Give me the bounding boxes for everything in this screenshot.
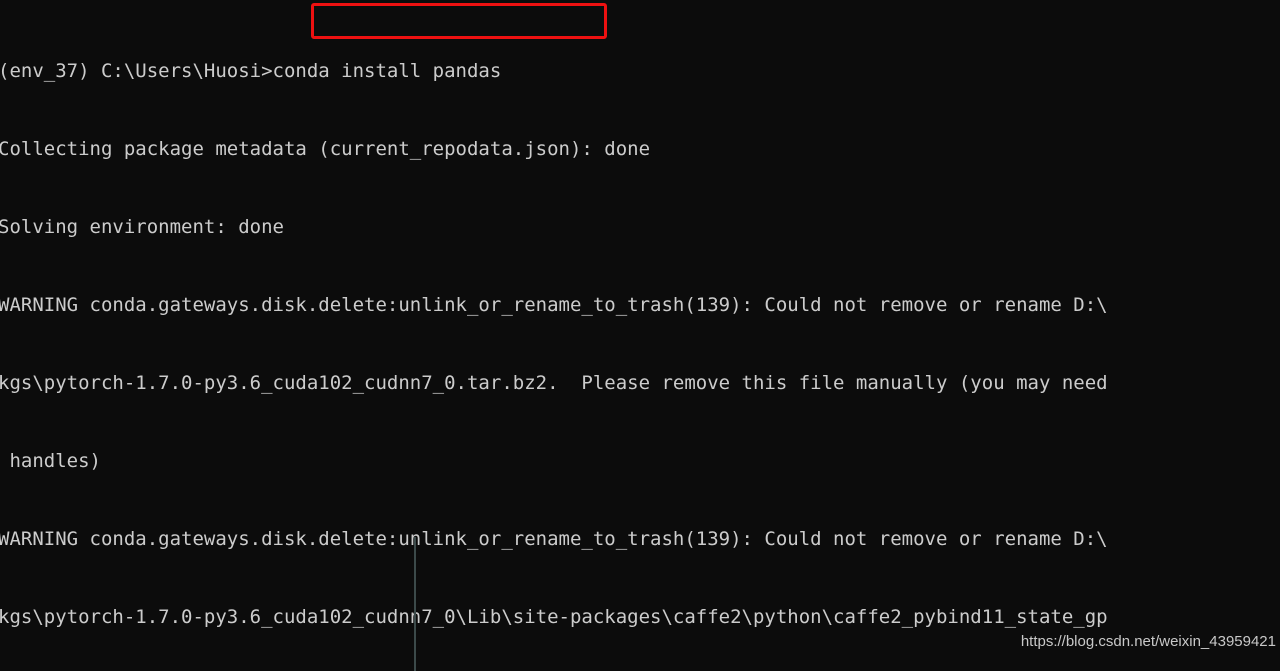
terminal-line-warning-1-path: kgs\pytorch-1.7.0-py3.6_cuda102_cudnn7_0… bbox=[0, 372, 1108, 394]
terminal-line-warning-1-handles: handles) bbox=[0, 450, 101, 472]
table-column-separator bbox=[414, 537, 416, 671]
terminal-line-warning-2: WARNING conda.gateways.disk.delete:unlin… bbox=[0, 528, 1108, 550]
blog-watermark: https://blog.csdn.net/weixin_43959421 bbox=[1020, 633, 1276, 650]
terminal-line-prompt-command: (env_37) C:\Users\Huosi>conda install pa… bbox=[0, 60, 502, 82]
terminal-line-warning-2-path: kgs\pytorch-1.7.0-py3.6_cuda102_cudnn7_0… bbox=[0, 606, 1108, 628]
terminal-line-solving-environment: Solving environment: done bbox=[0, 216, 284, 238]
terminal-window[interactable]: (env_37) C:\Users\Huosi>conda install pa… bbox=[0, 0, 1280, 671]
terminal-line-warning-1: WARNING conda.gateways.disk.delete:unlin… bbox=[0, 294, 1108, 316]
terminal-text-buffer[interactable]: (env_37) C:\Users\Huosi>conda install pa… bbox=[0, 6, 1280, 671]
terminal-line-collecting-metadata: Collecting package metadata (current_rep… bbox=[0, 138, 651, 160]
